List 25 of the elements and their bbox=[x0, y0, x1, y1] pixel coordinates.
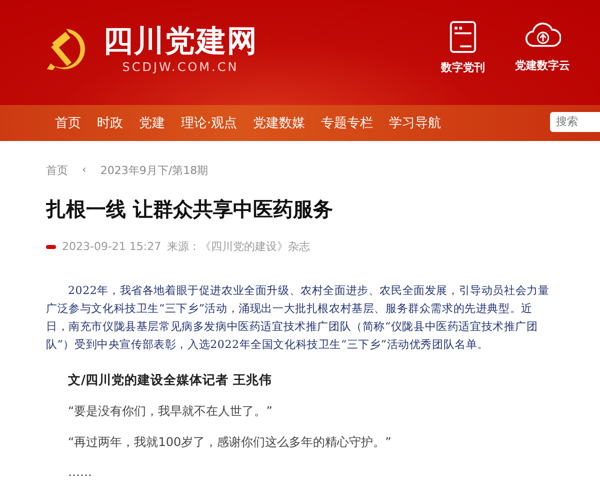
nav-link[interactable]: 时政 bbox=[97, 114, 123, 132]
byline: 文/四川党的建设全媒体记者 王兆伟 bbox=[68, 372, 273, 389]
site-url: SCDJW.COM.CN bbox=[122, 60, 239, 74]
magazine-icon bbox=[449, 20, 477, 54]
accent-bar bbox=[46, 244, 56, 248]
cloud-link[interactable]: 党建数字云 bbox=[515, 20, 570, 75]
paragraph: “再过两年，我就100岁了，感谢你们这么多年的精心守护。” bbox=[68, 434, 392, 451]
nav-link[interactable]: 党建数媒 bbox=[253, 114, 306, 132]
paragraph: “要是没有你们，我早就不在人世了。” bbox=[68, 403, 274, 420]
lead-paragraph: 2022年，我省各地着眼于促进农业全面升级、农村全面进步、农民全面发展，引导动员社会力量广泛参与文化科技卫生“三下乡”活动，涌现出一大批扎根农村基层、服务群众需求的先进典型。近日，南充市仪陇县基层常见病多发病中医药适宜技术推广团队（简称“仪陇县中医药适宜技术推广团队”）受到中央宣传部表彰，入选2022年全国文化科技卫生“三下乡”活动优秀团队名单。 bbox=[46, 283, 550, 353]
breadcrumb-link[interactable]: 2023年9月下/第18期 bbox=[100, 163, 208, 178]
breadcrumb-link[interactable]: 首页 bbox=[46, 163, 68, 178]
nav-link[interactable]: 党建 bbox=[139, 114, 165, 132]
nav-link[interactable]: 专题专栏 bbox=[321, 114, 374, 132]
site-name[interactable]: 四川党建网 bbox=[103, 24, 258, 60]
article-title: 扎根一线 让群众共享中医药服务 bbox=[46, 196, 334, 223]
nav-link[interactable]: 学习导航 bbox=[389, 114, 442, 132]
breadcrumb-separator: ‹ bbox=[82, 163, 86, 178]
publish-date: 2023-09-21 15:27 bbox=[62, 240, 162, 253]
nav-link[interactable]: 理论·观点 bbox=[181, 114, 238, 132]
nav-link[interactable]: 首页 bbox=[55, 114, 81, 132]
magazine-link[interactable]: 数字党刊 bbox=[441, 20, 485, 75]
article-source: 来源：《四川党的建设》杂志 bbox=[167, 239, 310, 254]
search-field[interactable]: 搜索 bbox=[550, 112, 600, 132]
paragraph: …… bbox=[68, 465, 93, 479]
